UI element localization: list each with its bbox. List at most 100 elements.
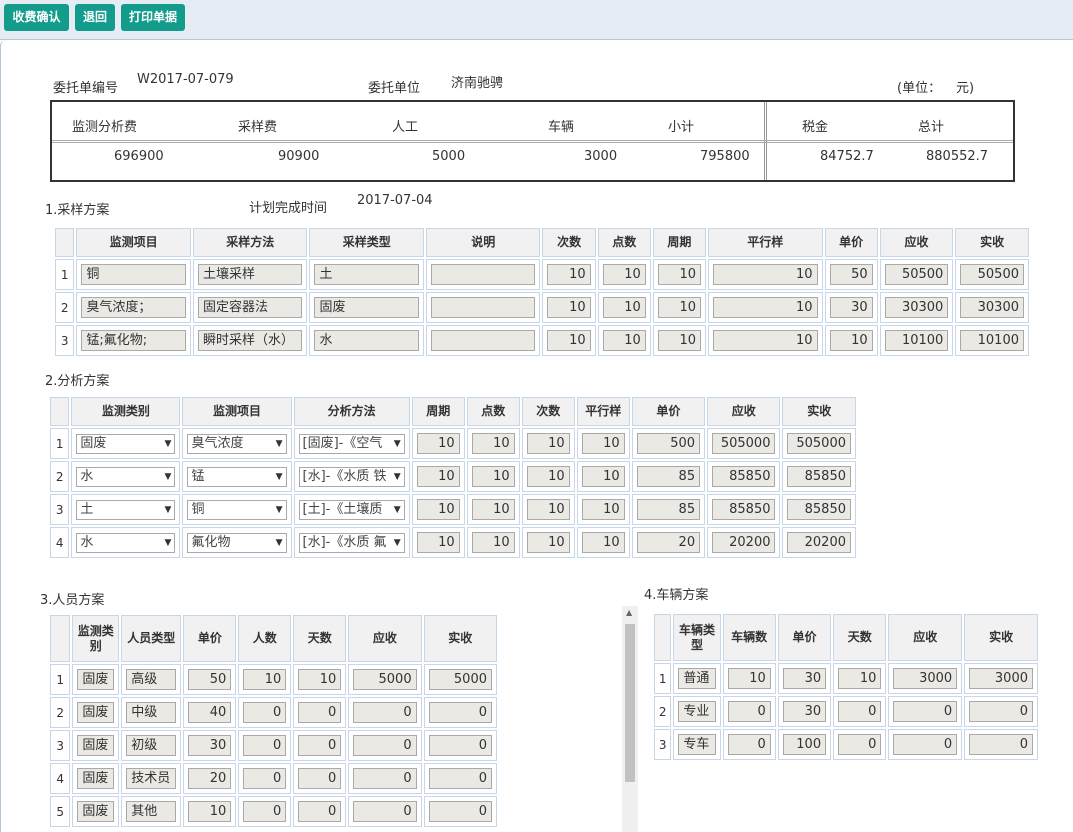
days-field[interactable]: 0 — [298, 768, 342, 789]
parallel-field[interactable]: 10 — [581, 532, 625, 553]
price-field[interactable]: 20 — [188, 768, 232, 789]
receivable-field[interactable]: 0 — [353, 702, 417, 723]
staff-type-field[interactable]: 初级 — [126, 735, 177, 756]
period-field[interactable]: 10 — [657, 297, 701, 318]
receivable-field[interactable]: 0 — [353, 768, 417, 789]
type-field[interactable]: 土 — [314, 264, 419, 285]
received-field[interactable]: 0 — [428, 702, 492, 723]
count-field[interactable]: 0 — [243, 801, 287, 822]
price-field[interactable]: 85 — [636, 499, 701, 520]
count-field[interactable]: 0 — [243, 702, 287, 723]
days-field[interactable]: 10 — [838, 668, 882, 689]
count-field[interactable]: 10 — [727, 668, 771, 689]
return-button[interactable]: 退回 — [75, 4, 115, 31]
received-field[interactable]: 0 — [428, 801, 492, 822]
vehicle-type-field[interactable]: 专业 — [678, 701, 716, 722]
staff-type-field[interactable]: 中级 — [126, 702, 177, 723]
points-field[interactable]: 10 — [471, 499, 515, 520]
note-field[interactable] — [430, 297, 536, 318]
times-field[interactable]: 10 — [526, 499, 570, 520]
period-field[interactable]: 10 — [657, 264, 701, 285]
price-field[interactable]: 100 — [782, 734, 827, 755]
staff-type-field[interactable]: 其他 — [126, 801, 177, 822]
category-field[interactable]: 固废 — [77, 702, 115, 723]
received-field[interactable]: 20200 — [787, 532, 851, 553]
receivable-field[interactable]: 85850 — [712, 499, 776, 520]
received-field[interactable]: 0 — [428, 735, 492, 756]
category-field[interactable]: 固废 — [77, 669, 115, 690]
price-field[interactable]: 50 — [829, 264, 873, 285]
times-field[interactable]: 10 — [547, 330, 591, 351]
item-field[interactable]: 臭气浓度； — [81, 297, 186, 318]
staff-type-field[interactable]: 高级 — [126, 669, 177, 690]
item-select[interactable]: 臭气浓度 ▼ — [187, 433, 287, 454]
received-field[interactable]: 505000 — [787, 433, 851, 454]
staff-scrollbar[interactable]: ▲ — [622, 606, 638, 832]
price-field[interactable]: 500 — [636, 433, 701, 454]
method-select[interactable]: [固废]-《空气 ▼ — [298, 433, 405, 454]
receivable-field[interactable]: 10100 — [884, 330, 949, 351]
method-field[interactable]: 固定容器法 — [197, 297, 303, 318]
period-field[interactable]: 10 — [416, 532, 460, 553]
parallel-field[interactable]: 10 — [581, 499, 625, 520]
receivable-field[interactable]: 0 — [893, 701, 958, 722]
scroll-up-arrow-icon[interactable]: ▲ — [626, 608, 632, 617]
parallel-field[interactable]: 10 — [581, 466, 625, 487]
price-field[interactable]: 30 — [782, 701, 827, 722]
vehicle-type-field[interactable]: 专车 — [678, 734, 716, 755]
method-field[interactable]: 土壤采样 — [197, 264, 303, 285]
days-field[interactable]: 0 — [298, 801, 342, 822]
received-field[interactable]: 0 — [428, 768, 492, 789]
note-field[interactable] — [430, 330, 536, 351]
vehicle-type-field[interactable]: 普通 — [678, 668, 716, 689]
item-select[interactable]: 铜 ▼ — [187, 499, 287, 520]
received-field[interactable]: 0 — [969, 701, 1033, 722]
times-field[interactable]: 10 — [526, 433, 570, 454]
parallel-field[interactable]: 10 — [713, 297, 818, 318]
days-field[interactable]: 0 — [298, 735, 342, 756]
received-field[interactable]: 85850 — [787, 466, 851, 487]
points-field[interactable]: 10 — [602, 330, 646, 351]
period-field[interactable]: 10 — [416, 499, 460, 520]
count-field[interactable]: 0 — [727, 701, 771, 722]
receivable-field[interactable]: 20200 — [712, 532, 776, 553]
receivable-field[interactable]: 3000 — [893, 668, 958, 689]
price-field[interactable]: 30 — [782, 668, 827, 689]
item-select[interactable]: 锰 ▼ — [187, 466, 287, 487]
method-select[interactable]: [水]-《水质 氟 ▼ — [298, 532, 405, 553]
price-field[interactable]: 20 — [636, 532, 701, 553]
category-field[interactable]: 固废 — [77, 735, 115, 756]
period-field[interactable]: 10 — [657, 330, 701, 351]
print-receipt-button[interactable]: 打印单据 — [121, 4, 185, 31]
receivable-field[interactable]: 30300 — [884, 297, 949, 318]
note-field[interactable] — [430, 264, 536, 285]
parallel-field[interactable]: 10 — [713, 264, 818, 285]
days-field[interactable]: 0 — [838, 701, 882, 722]
category-field[interactable]: 固废 — [77, 801, 115, 822]
type-field[interactable]: 水 — [314, 330, 419, 351]
times-field[interactable]: 10 — [547, 264, 591, 285]
category-field[interactable]: 固废 — [77, 768, 115, 789]
confirm-fee-button[interactable]: 收费确认 — [4, 4, 69, 31]
received-field[interactable]: 85850 — [787, 499, 851, 520]
parallel-field[interactable]: 10 — [581, 433, 625, 454]
category-select[interactable]: 固废 ▼ — [76, 433, 176, 454]
days-field[interactable]: 0 — [838, 734, 882, 755]
times-field[interactable]: 10 — [526, 532, 570, 553]
receivable-field[interactable]: 0 — [893, 734, 958, 755]
method-select[interactable]: [土]-《土壤质 ▼ — [298, 499, 405, 520]
method-field[interactable]: 瞬时采样（水） — [197, 330, 303, 351]
times-field[interactable]: 10 — [547, 297, 591, 318]
price-field[interactable]: 30 — [188, 735, 232, 756]
price-field[interactable]: 30 — [829, 297, 873, 318]
days-field[interactable]: 10 — [298, 669, 342, 690]
received-field[interactable]: 0 — [969, 734, 1033, 755]
period-field[interactable]: 10 — [416, 433, 460, 454]
category-select[interactable]: 水 ▼ — [76, 532, 176, 553]
price-field[interactable]: 85 — [636, 466, 701, 487]
received-field[interactable]: 30300 — [960, 297, 1024, 318]
count-field[interactable]: 0 — [243, 735, 287, 756]
points-field[interactable]: 10 — [602, 264, 646, 285]
count-field[interactable]: 0 — [243, 768, 287, 789]
receivable-field[interactable]: 0 — [353, 735, 417, 756]
